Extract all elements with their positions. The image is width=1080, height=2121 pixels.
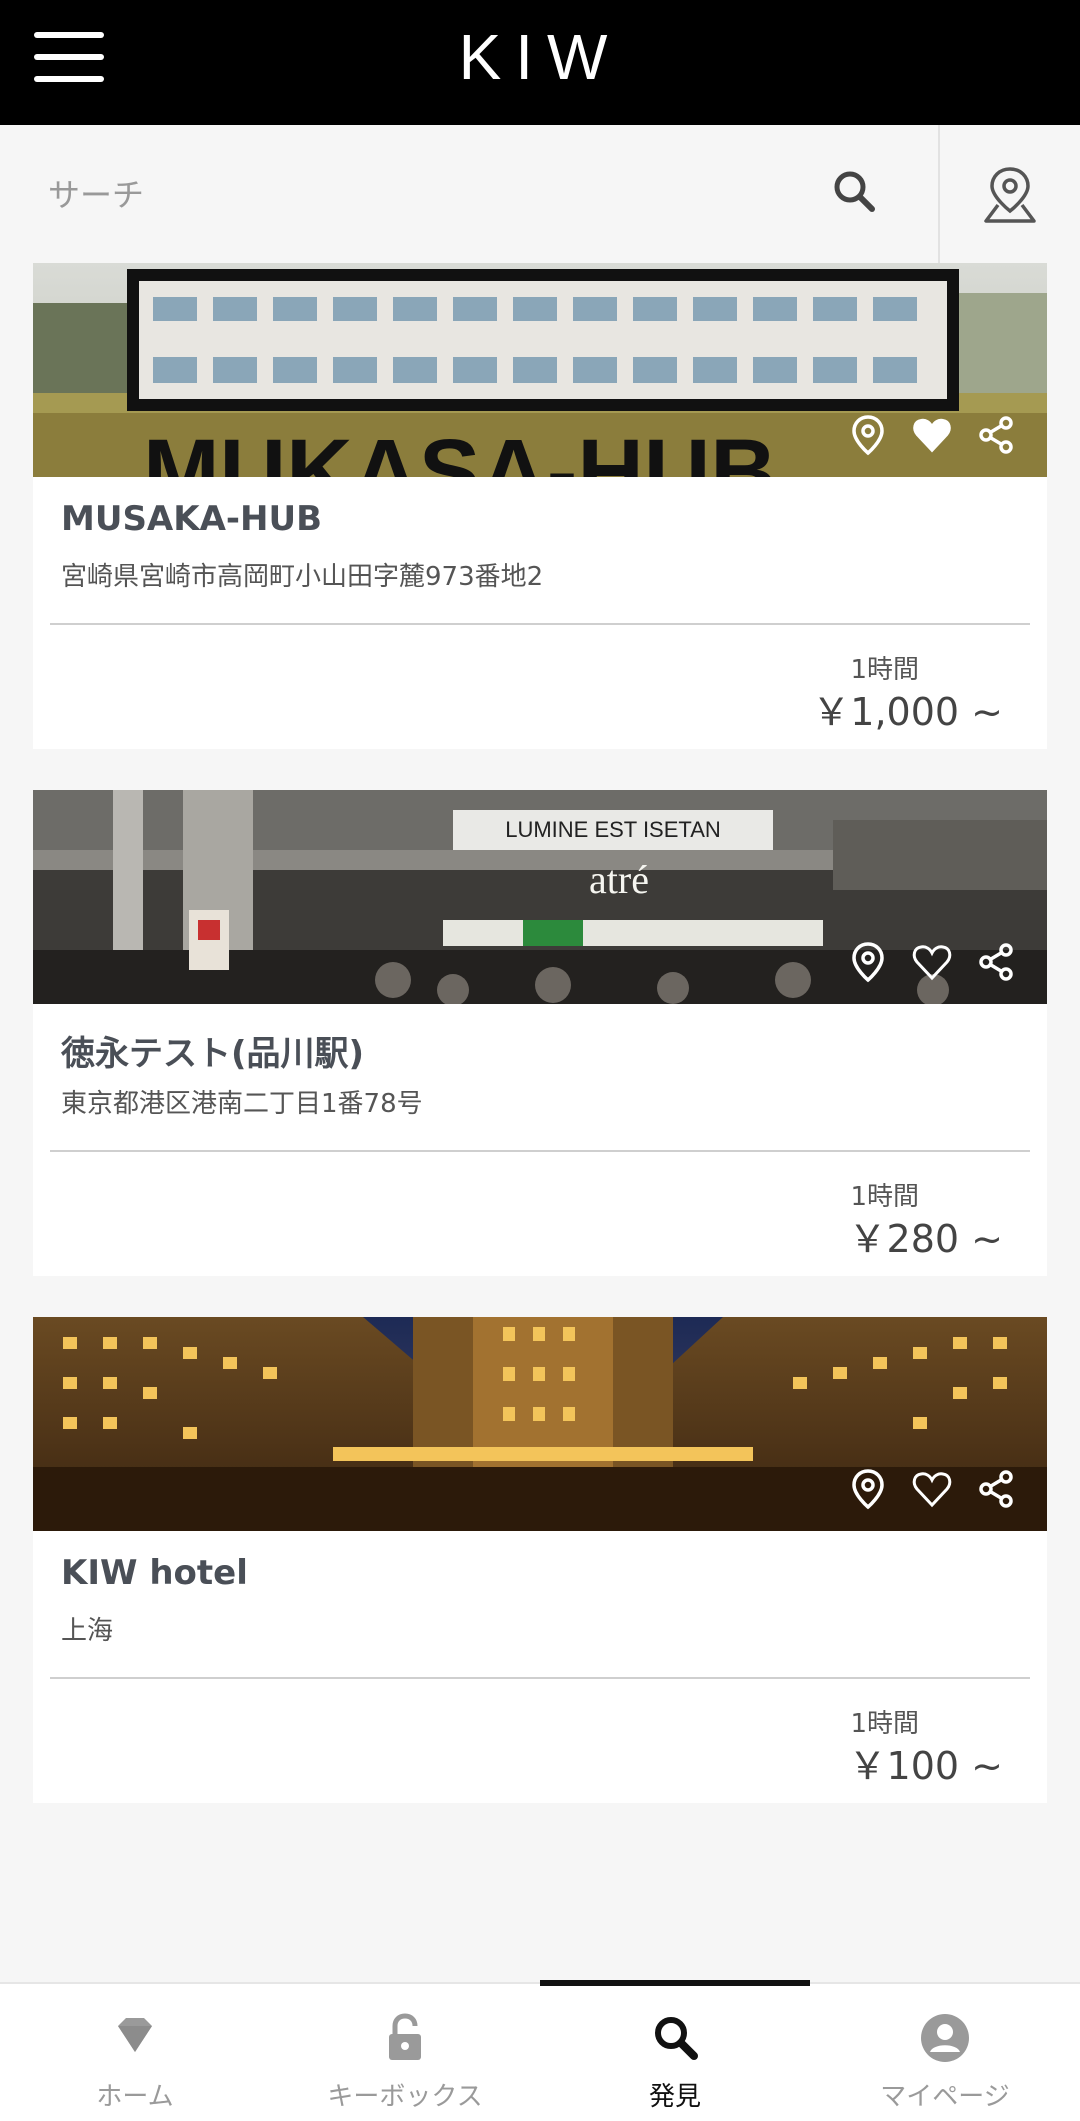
listing-address: 東京都港区港南二丁目1番78号 [61, 1089, 423, 1119]
image-overlay-text: atré [589, 857, 649, 902]
nav-label: キーボックス [327, 2082, 483, 2112]
share-icon[interactable] [975, 413, 1017, 457]
nav-label: ホーム [96, 2082, 174, 2112]
app-logo: KIW [458, 21, 622, 93]
listing-card[interactable]: KIW hotel 上海 1時間 ￥100 ~ [33, 1317, 1047, 1803]
share-icon[interactable] [975, 940, 1017, 984]
diamond-icon [118, 2018, 152, 2052]
search-bar [0, 125, 1080, 263]
listing-price: ￥1,000 ~ [812, 690, 1003, 734]
listing-address: 宮崎県宮崎市高岡町小山田字麓973番地2 [61, 562, 544, 592]
card-action-icons [847, 413, 1017, 457]
map-pin-icon[interactable] [847, 940, 889, 984]
listing-image[interactable]: LUMINE EST ISETAN atré [33, 790, 1047, 1004]
search-divider [938, 125, 940, 263]
search-icon[interactable] [826, 163, 886, 223]
card-divider [50, 1677, 1030, 1679]
nav-label: 発見 [648, 2082, 701, 2112]
card-action-icons [847, 940, 1017, 984]
listing-price: ￥280 ~ [848, 1217, 1003, 1261]
nav-label: マイページ [880, 2082, 1010, 2112]
listing-card[interactable]: MUKASA-HUB MUSAKA-HUB 宮崎県宮崎市高岡町小山田字麓973番… [33, 263, 1047, 749]
top-app-bar: KIW [0, 0, 1080, 125]
search-input[interactable] [48, 165, 808, 225]
sign-text: LUMINE EST ISETAN [505, 817, 721, 842]
heart-filled-icon[interactable] [911, 413, 953, 457]
search-icon [655, 2017, 698, 2060]
user-icon [921, 2014, 969, 2062]
listing-title[interactable]: MUSAKA-HUB [61, 499, 322, 539]
lock-icon [389, 2013, 421, 2060]
listing-card[interactable]: LUMINE EST ISETAN atré 徳永テスト(品川駅) 東京都港区港… [33, 790, 1047, 1276]
heart-outline-icon[interactable] [911, 940, 953, 984]
image-overlay-text: MUKASA-HUB [143, 421, 777, 477]
card-divider [50, 1150, 1030, 1152]
map-pin-icon[interactable] [847, 413, 889, 457]
share-icon[interactable] [975, 1467, 1017, 1511]
bottom-navigation: ホーム キーボックス 発見 マイページ [0, 1980, 1080, 2121]
nav-tab-keybox[interactable]: キーボックス [270, 1984, 540, 2121]
card-divider [50, 623, 1030, 625]
listing-title[interactable]: 徳永テスト(品川駅) [61, 1026, 364, 1075]
listing-price: ￥100 ~ [848, 1744, 1003, 1788]
heart-outline-icon[interactable] [911, 1467, 953, 1511]
listing-image[interactable]: MUKASA-HUB [33, 263, 1047, 477]
card-action-icons [847, 1467, 1017, 1511]
map-pin-icon[interactable] [847, 1467, 889, 1511]
nav-tab-home[interactable]: ホーム [0, 1984, 270, 2121]
nav-tab-discover[interactable]: 発見 [540, 1984, 810, 2121]
listing-title[interactable]: KIW hotel [61, 1553, 248, 1593]
listing-address: 上海 [61, 1616, 114, 1646]
nav-tab-mypage[interactable]: マイページ [810, 1984, 1080, 2121]
map-pin-icon[interactable] [980, 163, 1040, 227]
listing-image[interactable] [33, 1317, 1047, 1531]
